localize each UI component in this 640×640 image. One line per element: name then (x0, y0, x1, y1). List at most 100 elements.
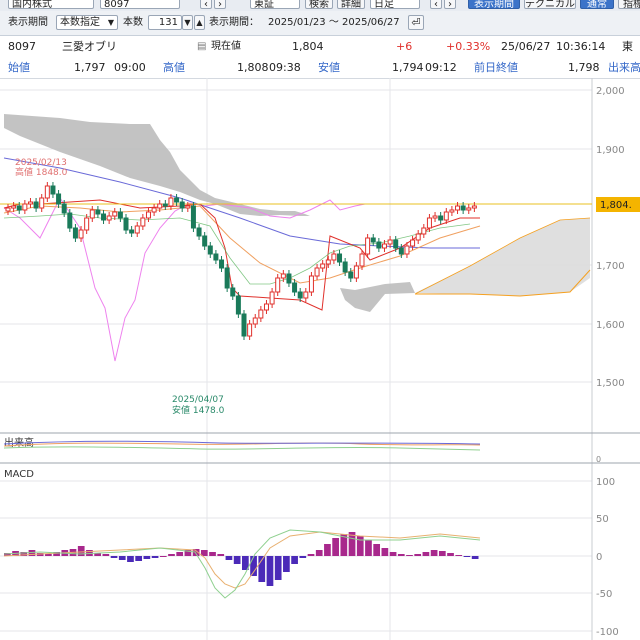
candle-body (359, 253, 365, 267)
macd-bar (283, 556, 290, 572)
prev-stock-button[interactable]: ‹ (200, 0, 212, 9)
candle-body (224, 267, 230, 289)
ichimoku-cloud-future (415, 218, 590, 296)
stock-code-input[interactable]: 8097 (100, 0, 180, 9)
count-up-button[interactable]: ▲ (194, 15, 205, 30)
macd-bar (365, 540, 372, 556)
candle-body (449, 209, 455, 213)
candle-body (151, 207, 157, 213)
candle-body (190, 205, 196, 229)
low-time: 09:12 (425, 61, 457, 74)
next-stock-button[interactable]: › (214, 0, 226, 9)
candle-body (219, 259, 225, 269)
moving-average-short (3, 199, 480, 311)
candle-body (213, 253, 219, 261)
display-period-label: 表示期間 (8, 17, 48, 28)
quote-date: 25/06/27 (501, 40, 551, 53)
candle-body (404, 245, 410, 255)
y-tick: 1,600 (596, 320, 625, 331)
scroll-left-button[interactable]: ‹ (430, 0, 442, 9)
high-value: 1,808 (237, 61, 269, 74)
candle-body (56, 193, 62, 205)
low-annotation-value: 安値 1478.0 (172, 404, 225, 416)
candle-body (5, 207, 11, 212)
candle-body (61, 203, 67, 214)
candle-body (179, 201, 185, 209)
candle-body (95, 209, 101, 215)
count-dropdown-button[interactable]: ▼ (182, 15, 193, 30)
y-tick: 1,900 (596, 145, 625, 156)
search-button[interactable]: 検索 (305, 0, 333, 9)
candle-body (426, 217, 432, 229)
candle-body (370, 237, 376, 243)
candle-body (140, 217, 146, 227)
quote-code: 8097 (8, 40, 36, 53)
candle-body (303, 291, 309, 299)
macd-bar (266, 556, 274, 586)
macd-bar (143, 556, 151, 559)
macd-bar (151, 556, 159, 558)
period-toolbar: 表示期間 本数指定 ▼ 本数 131 ▼ ▲ 表示期間： 2025/01/23 ～… (0, 11, 640, 36)
candle-body (471, 205, 477, 209)
candle-body (292, 282, 298, 293)
candle-body (263, 303, 269, 311)
exchange-select[interactable]: 東証 (250, 0, 300, 9)
price-tag-text: 1,804. (600, 200, 632, 211)
candle-body (297, 291, 303, 299)
macd-bar (389, 552, 397, 556)
candle-body (112, 211, 118, 217)
count-input[interactable]: 131 (148, 15, 182, 30)
candle-body (123, 217, 129, 231)
period-mode-select[interactable]: 本数指定 ▼ (56, 15, 118, 30)
market-type-value: 国内株式 (12, 0, 52, 9)
candle-body (157, 203, 163, 209)
macd-bar (110, 556, 118, 558)
candle-body (241, 313, 247, 337)
return-icon[interactable]: ⏎ (408, 15, 424, 30)
candle-body (415, 233, 421, 241)
macd-bar (373, 544, 381, 556)
open-label: 始値 (8, 61, 30, 74)
candle-body (337, 253, 343, 263)
tab-technical[interactable]: テクニカル (524, 0, 576, 9)
macd-bar (324, 544, 331, 556)
candle-body (78, 229, 84, 239)
macd-bar (438, 551, 446, 556)
candle-body (365, 237, 371, 255)
macd-bar (45, 554, 52, 556)
low-label: 安値 (318, 61, 340, 74)
candle-body (252, 317, 258, 325)
open-value: 1,797 (74, 61, 106, 74)
candle-body (460, 205, 466, 211)
macd-bar (332, 538, 339, 556)
period-mode-value: 本数指定 (60, 17, 100, 28)
macd-bar (414, 554, 422, 556)
change-value: +6 (396, 40, 413, 53)
candle-body (174, 197, 180, 203)
exchange-value: 東証 (254, 0, 274, 9)
detail-button[interactable]: 詳細 (337, 0, 365, 9)
chart-area[interactable]: 1,804. 2025/02/13 高値 1848.0 2025/04/07 安… (0, 78, 640, 640)
candle-body (286, 273, 292, 284)
volume-line (3, 446, 481, 451)
candle-body (16, 205, 22, 211)
period-select[interactable]: 日足 (370, 0, 420, 9)
candle-body (348, 271, 354, 279)
tab-technical-label: テクニカル (525, 0, 575, 9)
candle-body (22, 203, 28, 211)
macd-bar (233, 556, 241, 564)
candle-body (50, 185, 56, 195)
period-select-value: 日足 (374, 0, 394, 9)
macd-bar (471, 556, 479, 559)
tab-display-period[interactable]: 表示期間 (468, 0, 520, 9)
tab-normal[interactable]: 通常 (580, 0, 614, 9)
market-type-select[interactable]: 国内株式 (8, 0, 94, 9)
macd-tick: -100 (596, 627, 619, 638)
chevron-up-icon: ▲ (196, 18, 203, 27)
candle-body (269, 291, 275, 305)
tab-indicator[interactable]: 指標 (618, 0, 640, 9)
candle-body (162, 203, 168, 207)
scroll-right-button[interactable]: › (444, 0, 456, 9)
macd-tick: 0 (596, 552, 602, 563)
candle-body (11, 205, 17, 209)
